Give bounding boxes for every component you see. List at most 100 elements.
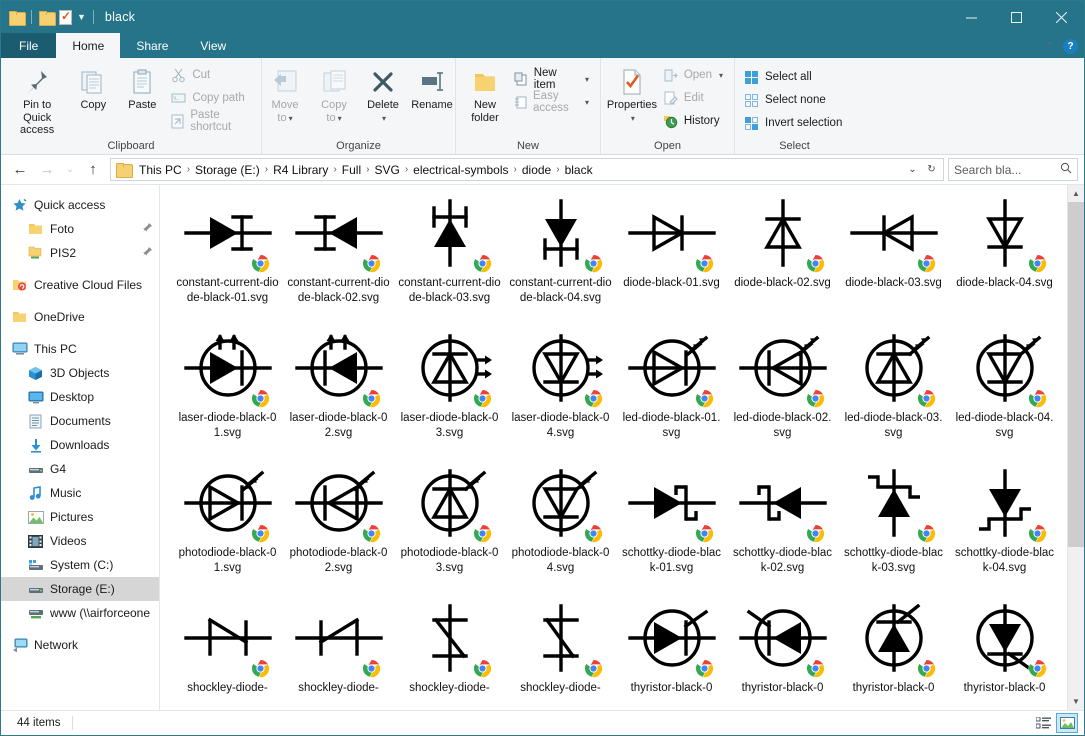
tab-home[interactable]: Home [56, 33, 121, 58]
back-arrow-icon[interactable]: ← [7, 158, 33, 182]
sidebar-item-videos[interactable]: Videos [1, 529, 159, 553]
sidebar-item-storage-e[interactable]: Storage (E:) [1, 577, 159, 601]
select-all-button[interactable]: Select all [740, 66, 848, 88]
file-item[interactable]: shockley-diode- [283, 598, 394, 710]
breadcrumb-item[interactable]: SVG [370, 162, 403, 178]
file-item[interactable]: shockley-diode- [394, 598, 505, 710]
sidebar-item-www-airforceone[interactable]: www (\\airforceone [1, 601, 159, 625]
new-folder-button[interactable]: New folder [461, 62, 509, 126]
file-item[interactable]: diode-black-04.svg [949, 193, 1060, 328]
breadcrumb-item[interactable]: Full [338, 162, 365, 178]
file-item[interactable]: led-diode-black-03.svg [838, 328, 949, 463]
file-item[interactable]: constant-current-diode-black-04.svg [505, 193, 616, 328]
file-item[interactable]: laser-diode-black-03.svg [394, 328, 505, 463]
file-item[interactable]: thyristor-black-0 [616, 598, 727, 710]
vertical-scrollbar[interactable]: ▲ ▼ [1067, 185, 1084, 710]
pin-icon[interactable] [142, 246, 153, 260]
copy-to-button[interactable]: Copy to ▾ [310, 62, 358, 126]
delete-button[interactable]: Delete ▾ [359, 62, 407, 126]
breadcrumb-item[interactable]: R4 Library [269, 162, 332, 178]
file-item[interactable]: thyristor-black-0 [838, 598, 949, 710]
sidebar-item-documents[interactable]: Documents [1, 409, 159, 433]
sidebar-item-pis2[interactable]: PIS2 [1, 241, 159, 265]
sidebar-item-quick-access[interactable]: Quick access [1, 193, 159, 217]
breadcrumb-item[interactable]: Storage (E:) [191, 162, 264, 178]
close-icon[interactable] [1039, 1, 1084, 33]
sidebar-item-network[interactable]: Network [1, 633, 159, 657]
file-item[interactable]: constant-current-diode-black-03.svg [394, 193, 505, 328]
file-list-pane[interactable]: constant-current-diode-black-01.svg const… [160, 185, 1084, 710]
recent-chevron-icon[interactable]: ⌄ [61, 158, 79, 182]
cut-button[interactable]: Cut [167, 64, 256, 86]
folder-icon[interactable] [39, 10, 56, 26]
sidebar-item-creative-cloud-files[interactable]: Creative Cloud Files [1, 273, 159, 297]
new-item-button[interactable]: New item ▾ [510, 67, 595, 91]
properties-button[interactable]: Properties ▾ [606, 62, 658, 126]
copy-path-button[interactable]: \\.. Copy path [167, 87, 256, 109]
sidebar-item-music[interactable]: Music [1, 481, 159, 505]
file-item[interactable]: photodiode-black-04.svg [505, 463, 616, 598]
file-item[interactable]: schottky-diode-black-04.svg [949, 463, 1060, 598]
folder-icon[interactable] [9, 10, 26, 26]
sidebar-item-this-pc[interactable]: This PC [1, 337, 159, 361]
customize-chevron-icon[interactable]: ▼ [77, 12, 86, 22]
file-item[interactable]: laser-diode-black-02.svg [283, 328, 394, 463]
sidebar-item-pictures[interactable]: Pictures [1, 505, 159, 529]
rename-button[interactable]: Rename [408, 62, 456, 114]
copy-button[interactable]: Copy [69, 62, 117, 114]
history-button[interactable]: History [659, 110, 729, 132]
breadcrumb-item[interactable]: electrical-symbols [409, 162, 512, 178]
easy-access-button[interactable]: Easy access ▾ [510, 90, 595, 114]
minimize-icon[interactable] [949, 1, 994, 33]
edit-button[interactable]: Edit [659, 87, 729, 109]
pin-icon[interactable] [142, 222, 153, 236]
file-item[interactable]: photodiode-black-03.svg [394, 463, 505, 598]
paste-button[interactable]: Paste [118, 62, 166, 114]
breadcrumb[interactable]: This PC › Storage (E:) › R4 Library › Full › SVG… [110, 158, 944, 181]
sidebar-item-3d-objects[interactable]: 3D Objects [1, 361, 159, 385]
move-to-button[interactable]: Move to ▾ [261, 62, 309, 126]
invert-selection-button[interactable]: Invert selection [740, 112, 848, 134]
file-item[interactable]: constant-current-diode-black-02.svg [283, 193, 394, 328]
open-button[interactable]: Open ▾ [659, 64, 729, 86]
file-item[interactable]: diode-black-01.svg [616, 193, 727, 328]
file-item[interactable]: laser-diode-black-01.svg [172, 328, 283, 463]
file-item[interactable]: led-diode-black-01.svg [616, 328, 727, 463]
chevron-up-icon[interactable]: ⌃ [1046, 41, 1054, 52]
paste-shortcut-button[interactable]: Paste shortcut [167, 109, 256, 133]
maximize-icon[interactable] [994, 1, 1039, 33]
chevron-down-icon[interactable]: ⌄ [904, 160, 921, 180]
file-item[interactable]: laser-diode-black-04.svg [505, 328, 616, 463]
file-item[interactable]: diode-black-02.svg [727, 193, 838, 328]
file-item[interactable]: photodiode-black-02.svg [283, 463, 394, 598]
sidebar-item-g4[interactable]: G4 [1, 457, 159, 481]
search-input[interactable]: Search bla... [948, 158, 1078, 181]
scrollbar-thumb[interactable] [1068, 202, 1084, 547]
large-icons-view-icon[interactable] [1056, 713, 1078, 733]
sidebar-item-onedrive[interactable]: OneDrive [1, 305, 159, 329]
file-item[interactable]: schottky-diode-black-03.svg [838, 463, 949, 598]
file-item[interactable]: photodiode-black-01.svg [172, 463, 283, 598]
file-item[interactable]: schottky-diode-black-02.svg [727, 463, 838, 598]
sidebar-item-system-c[interactable]: System (C:) [1, 553, 159, 577]
pin-to-quick-access-button[interactable]: Pin to Quick access [6, 62, 68, 139]
select-none-button[interactable]: Select none [740, 89, 848, 111]
file-item[interactable]: shockley-diode- [172, 598, 283, 710]
help-icon[interactable]: ? [1063, 39, 1078, 54]
forward-arrow-icon[interactable]: → [34, 158, 60, 182]
file-item[interactable]: thyristor-black-0 [727, 598, 838, 710]
tab-view[interactable]: View [184, 33, 242, 58]
file-item[interactable]: constant-current-diode-black-01.svg [172, 193, 283, 328]
sidebar-item-desktop[interactable]: Desktop [1, 385, 159, 409]
sidebar-item-downloads[interactable]: Downloads [1, 433, 159, 457]
file-item[interactable]: led-diode-black-04.svg [949, 328, 1060, 463]
file-item[interactable]: shockley-diode- [505, 598, 616, 710]
scroll-up-icon[interactable]: ▲ [1068, 185, 1084, 202]
breadcrumb-item[interactable]: This PC [135, 162, 186, 178]
properties-checkmark-icon[interactable] [59, 9, 72, 25]
file-item[interactable]: diode-black-03.svg [838, 193, 949, 328]
file-item[interactable]: led-diode-black-02.svg [727, 328, 838, 463]
refresh-icon[interactable]: ↻ [923, 160, 940, 180]
details-view-icon[interactable] [1032, 713, 1054, 733]
file-item[interactable]: schottky-diode-black-01.svg [616, 463, 727, 598]
